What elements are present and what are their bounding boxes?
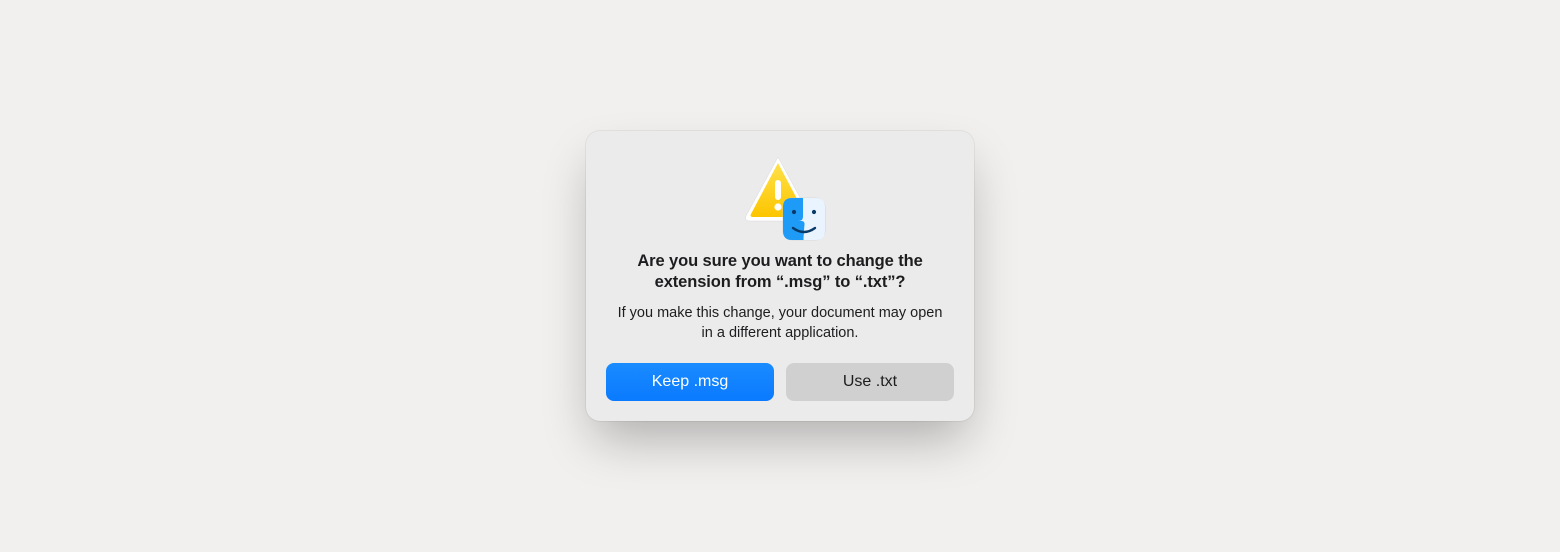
extension-change-dialog: Are you sure you want to change the exte… [586, 131, 974, 422]
dialog-title: Are you sure you want to change the exte… [614, 251, 946, 295]
dialog-message: If you make this change, your document m… [616, 304, 944, 343]
keep-extension-button[interactable]: Keep .msg [606, 363, 774, 401]
dialog-button-row: Keep .msg Use .txt [606, 363, 954, 401]
dialog-icon-stack [738, 153, 822, 237]
use-new-extension-button[interactable]: Use .txt [786, 363, 954, 401]
finder-icon [782, 197, 826, 241]
